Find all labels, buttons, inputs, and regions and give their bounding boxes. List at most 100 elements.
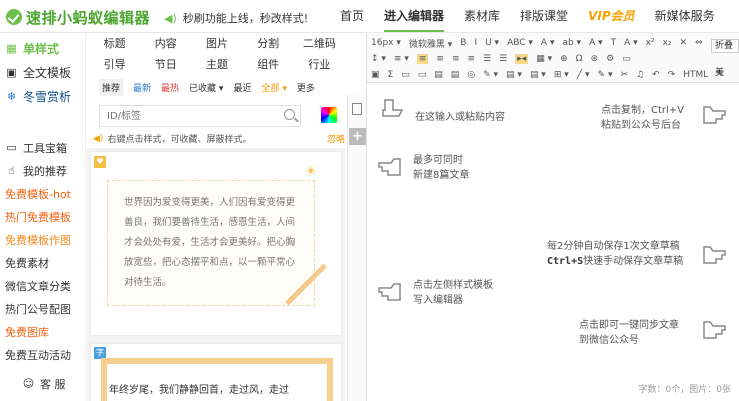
- sidebar-item-customer-service[interactable]: ☺ 客 服: [0, 372, 85, 395]
- toolbar-button[interactable]: ▭: [418, 70, 427, 80]
- sidebar-item-free-activity[interactable]: 免费互动活动: [0, 343, 85, 366]
- add-icon[interactable]: +: [349, 128, 366, 145]
- sidebar-item-winter-snow[interactable]: ❄ 冬雪赏析: [0, 84, 85, 108]
- toolbar-button[interactable]: ⊛: [591, 54, 599, 64]
- color-palette-icon[interactable]: [321, 107, 337, 123]
- toolbar-button[interactable]: x²: [646, 38, 655, 48]
- toolbar-button[interactable]: ▤: [451, 70, 460, 80]
- logo-text: 速排小蚂蚁编辑器: [26, 8, 151, 27]
- toolbar-button[interactable]: ≡: [436, 54, 444, 64]
- toolbar-button[interactable]: T: [611, 38, 617, 48]
- toolbar-button[interactable]: ≡ ▾: [394, 54, 409, 64]
- toolbar-button[interactable]: ▭: [622, 54, 631, 64]
- category-industry[interactable]: 行业: [294, 54, 345, 75]
- category-title[interactable]: 标题: [89, 33, 140, 54]
- ignore-link[interactable]: 忽略: [327, 132, 345, 145]
- nav-classroom[interactable]: 排版课堂: [510, 0, 578, 32]
- toolbar-button[interactable]: ⊕: [560, 54, 568, 64]
- search-input[interactable]: [100, 106, 280, 126]
- sidebar-item-hot-free[interactable]: 热门免费模板: [0, 205, 85, 228]
- toolbar-button[interactable]: ≡: [467, 54, 475, 64]
- filter-collected[interactable]: 已收藏 ▾: [189, 81, 223, 94]
- thumbs-up-icon: ☝: [8, 164, 15, 177]
- sidebar-item-article-category[interactable]: 微信文章分类: [0, 274, 85, 297]
- nav-materials[interactable]: 素材库: [454, 0, 510, 32]
- sidebar-item-full-template[interactable]: ▣ 全文模板: [0, 60, 85, 84]
- toolbar-button[interactable]: ABC ▾: [507, 38, 533, 48]
- category-component[interactable]: 组件: [243, 54, 294, 75]
- filter-more[interactable]: 更多: [297, 81, 315, 94]
- tip-concurrent-2: 新建8篇文章: [413, 170, 470, 181]
- filter-recommend[interactable]: 推荐: [99, 78, 124, 96]
- toolbar-button[interactable]: A ▾: [541, 38, 555, 48]
- toolbar-button[interactable]: U ▾: [485, 38, 499, 48]
- filter-recent[interactable]: 最近: [233, 81, 251, 94]
- sidebar-item-free-hot[interactable]: 免费模板-hot: [0, 182, 85, 205]
- toolbar-button[interactable]: ≡: [416, 54, 429, 64]
- toolbar-button[interactable]: 微软雅黑 ▾: [409, 37, 452, 50]
- toolbar-button[interactable]: ☰: [483, 54, 491, 64]
- toolbar-button[interactable]: ▦ ▾: [536, 54, 552, 64]
- toolbar-button[interactable]: 16px ▾: [371, 38, 401, 48]
- toolbar-button[interactable]: ♫: [636, 70, 644, 80]
- nav-vip[interactable]: VIP会员: [578, 0, 645, 32]
- nav-editor[interactable]: 进入编辑器: [374, 0, 454, 32]
- sidebar-item-single-style[interactable]: ▦ 单样式: [0, 36, 85, 60]
- sidebar-item-toolbox[interactable]: ▭ 工具宝箱: [0, 136, 85, 159]
- template-card[interactable]: 字 年终岁尾，我们静静回首，走过风，走过: [90, 343, 342, 401]
- category-festival[interactable]: 节日: [140, 54, 191, 75]
- toolbar-button[interactable]: ✕: [680, 38, 688, 48]
- toolbar-button[interactable]: A ▾: [624, 38, 638, 48]
- search-icon[interactable]: [284, 109, 295, 120]
- toolbar-button[interactable]: ▭: [401, 70, 410, 80]
- toolbar-button[interactable]: ▤ ▾: [530, 70, 546, 80]
- toolbar-button[interactable]: ▣: [371, 70, 380, 80]
- toolbar-button[interactable]: ╱ ▾: [577, 70, 590, 80]
- category-divider[interactable]: 分割: [243, 33, 294, 54]
- toolbar-button[interactable]: ↕ ▾: [371, 54, 386, 64]
- toolbar-button[interactable]: Σ: [388, 70, 394, 80]
- category-image[interactable]: 图片: [191, 33, 242, 54]
- collapse-tab[interactable]: 折叠: [711, 39, 739, 53]
- toolbar-button[interactable]: ≡: [452, 54, 460, 64]
- toolbar-button[interactable]: x₂: [663, 38, 672, 48]
- toolbar-button[interactable]: B: [460, 38, 466, 48]
- toolbar-button[interactable]: ▤ ▾: [506, 70, 522, 80]
- toolbar-button[interactable]: Ω: [576, 54, 583, 64]
- beautify-tab[interactable]: 美: [715, 66, 739, 80]
- toolbar-button[interactable]: ab ▾: [562, 38, 581, 48]
- toolbar-button[interactable]: ⇔: [695, 38, 703, 48]
- sidebar-item-free-gallery[interactable]: 免费图库: [0, 320, 85, 343]
- toolbar-button[interactable]: ↶: [652, 70, 660, 80]
- toolbar-button[interactable]: ✎ ▾: [483, 70, 498, 80]
- nav-home[interactable]: 首页: [330, 0, 374, 32]
- toolbar-button[interactable]: ⚙: [606, 54, 614, 64]
- sidebar-item-my-recommend[interactable]: ☝ 我的推荐: [0, 159, 85, 182]
- category-guide[interactable]: 引导: [89, 54, 140, 75]
- template-card[interactable]: ♥ ☀ 世界因为爱变得更美，人们因有爱变得更善良，我们要善待生活，感恩生活，人间…: [90, 151, 342, 336]
- toolbar-button[interactable]: ▸◂: [515, 54, 529, 64]
- logo[interactable]: 速排小蚂蚁编辑器: [6, 7, 150, 27]
- filter-all[interactable]: 全部 ▾: [261, 81, 286, 94]
- toolbar-button[interactable]: A ▾: [589, 38, 603, 48]
- toolbar-button[interactable]: ▤: [434, 70, 443, 80]
- nav-new-media[interactable]: 新媒体服务: [645, 0, 725, 32]
- sidebar-item-free-material[interactable]: 免费素材: [0, 251, 85, 274]
- filter-hottest[interactable]: 最热: [161, 81, 179, 94]
- tip-copy-2: 粘贴到公众号后台: [601, 120, 681, 131]
- toolbar-button[interactable]: ✂: [620, 70, 628, 80]
- sidebar-item-hot-images[interactable]: 热门公号配图: [0, 297, 85, 320]
- category-theme[interactable]: 主题: [191, 54, 242, 75]
- toolbar-button[interactable]: ⊞ ▾: [554, 70, 569, 80]
- toolbar-button[interactable]: ✎ ▾: [598, 70, 613, 80]
- toolbar-button[interactable]: ☰: [499, 54, 507, 64]
- toolbar-button[interactable]: HTML: [683, 70, 708, 80]
- document-icon[interactable]: [352, 103, 362, 115]
- toolbar-button[interactable]: ↷: [668, 70, 676, 80]
- toolbar-button[interactable]: I: [474, 38, 477, 48]
- category-content[interactable]: 内容: [140, 33, 191, 54]
- toolbar-button[interactable]: ◎: [467, 70, 475, 80]
- filter-newest[interactable]: 最新: [133, 81, 151, 94]
- sidebar-item-free-drawing[interactable]: 免费模板作图: [0, 228, 85, 251]
- category-qrcode[interactable]: 二维码: [294, 33, 345, 54]
